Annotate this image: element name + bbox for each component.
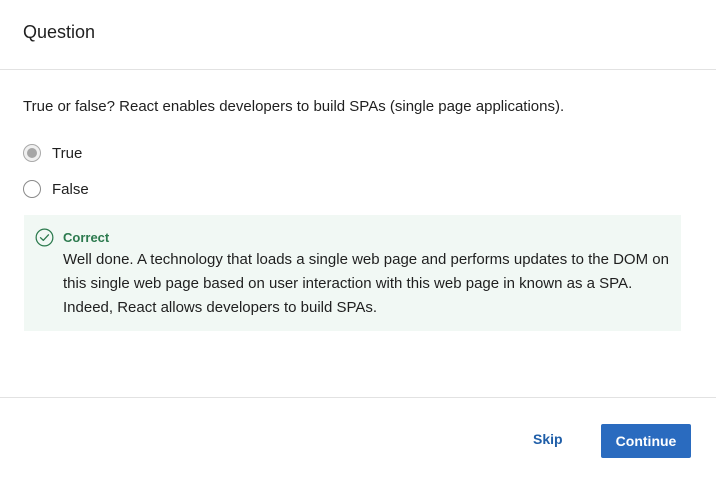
question-text: True or false? React enables developers …	[23, 98, 565, 115]
option-true-label: True	[52, 144, 83, 162]
radio-true[interactable]	[23, 144, 41, 162]
skip-button[interactable]: Skip	[533, 431, 563, 447]
dialog-header: Question	[0, 0, 716, 70]
feedback-message: Well done. A technology that loads a sin…	[63, 251, 669, 316]
option-false[interactable]: False	[23, 180, 89, 198]
dialog-footer: Skip Continue	[0, 397, 716, 481]
option-true[interactable]: True	[23, 144, 82, 162]
question-dialog: Question True or false? React enables de…	[0, 0, 716, 481]
dialog-body: True or false? React enables developers …	[0, 70, 716, 397]
dialog-title: Question	[23, 22, 96, 42]
check-circle-icon	[35, 228, 54, 247]
radio-selected-dot	[27, 148, 37, 158]
continue-button[interactable]: Continue	[601, 424, 691, 458]
option-false-label: False	[52, 180, 89, 198]
feedback-panel: Correct Well done. A technology that loa…	[24, 215, 681, 331]
feedback-status: Correct	[63, 230, 110, 245]
radio-false[interactable]	[23, 180, 41, 198]
